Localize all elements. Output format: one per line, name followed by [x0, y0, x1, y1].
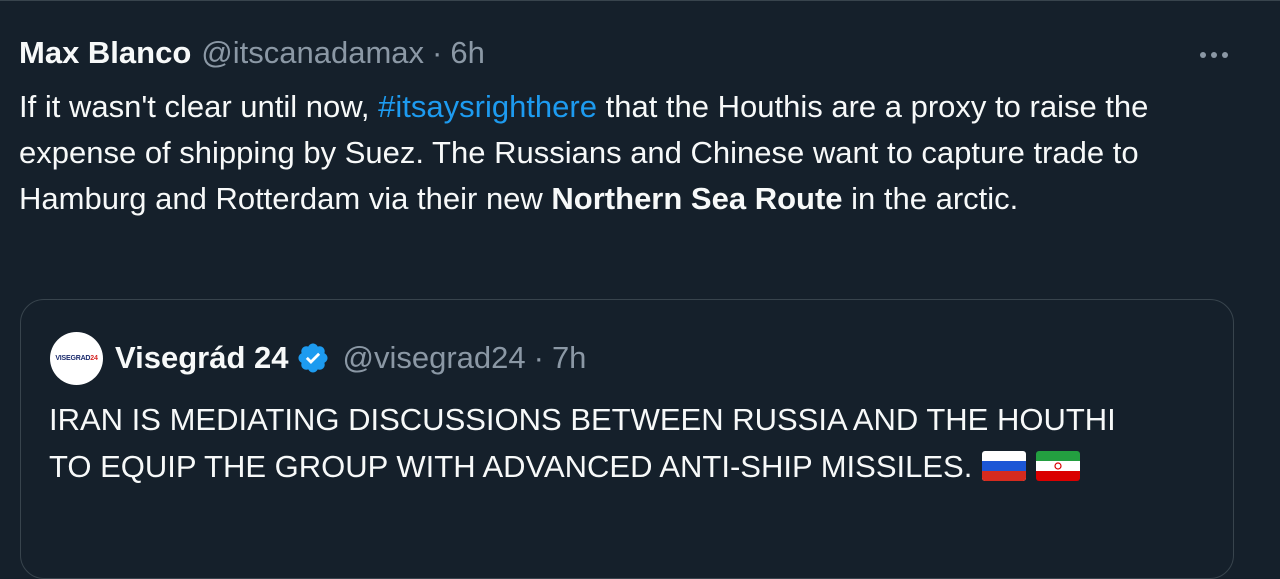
tweet[interactable]: Max Blanco @itscanadamax · 6h If it wasn… — [0, 0, 1280, 579]
quoted-tweet[interactable]: VISEGRAD24 Visegrád 24 @visegrad24 · 7h … — [20, 299, 1234, 579]
quoted-author-handle[interactable]: @visegrad24 — [342, 340, 525, 376]
separator-dot: · — [533, 340, 544, 375]
separator-dot: · — [432, 35, 443, 70]
tweet-text: If it wasn't clear until now, #itsaysrig… — [19, 84, 1219, 222]
quoted-tweet-timestamp[interactable]: 7h — [552, 340, 586, 376]
verified-badge-icon — [296, 341, 330, 375]
more-horizontal-icon — [1200, 52, 1228, 58]
quoted-text-body: IRAN IS MEDIATING DISCUSSIONS BETWEEN RU… — [49, 402, 1116, 484]
quoted-author-name[interactable]: Visegrád 24 — [115, 340, 288, 376]
avatar-logo: VISEGRAD24 — [55, 354, 98, 362]
tweet-text-part3: in the arctic. — [842, 181, 1019, 216]
more-options-button[interactable] — [1192, 35, 1236, 75]
quoted-tweet-header: VISEGRAD24 Visegrád 24 @visegrad24 · 7h — [50, 330, 586, 386]
quoted-tweet-text: IRAN IS MEDIATING DISCUSSIONS BETWEEN RU… — [49, 396, 1149, 494]
iran-flag-icon — [1036, 447, 1081, 494]
author-name[interactable]: Max Blanco — [19, 35, 191, 71]
author-handle[interactable]: @itscanadamax — [201, 35, 424, 71]
russia-flag-icon — [982, 447, 1027, 494]
tweet-header: Max Blanco @itscanadamax · 6h — [19, 33, 485, 73]
avatar[interactable]: VISEGRAD24 — [50, 331, 103, 385]
tweet-timestamp[interactable]: 6h — [450, 35, 484, 71]
hashtag-link[interactable]: #itsaysrighthere — [378, 89, 597, 124]
tweet-text-part1: If it wasn't clear until now, — [19, 89, 379, 124]
tweet-text-bold: Northern Sea Route — [551, 181, 843, 216]
